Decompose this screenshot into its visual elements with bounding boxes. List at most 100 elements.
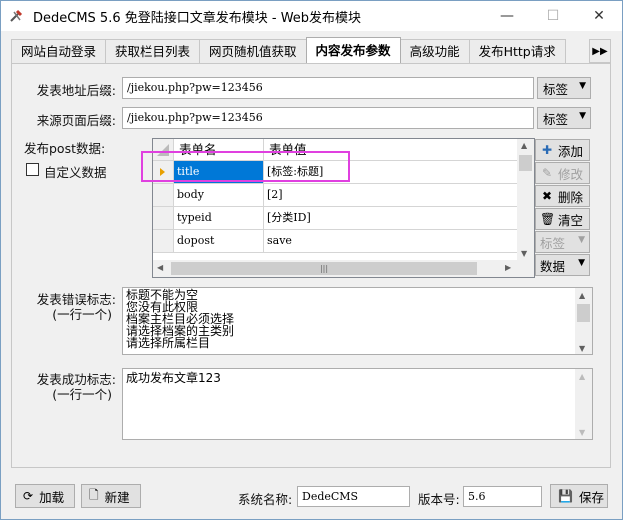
title-bar: DedeCMS 5.6 免登陆接口文章发布模块 - Web发布模块 — ☐ ✕ xyxy=(1,1,622,31)
load-button[interactable]: ⟳ 加载 xyxy=(15,484,75,508)
chevron-down-icon: ▼ xyxy=(579,111,586,121)
system-name-input[interactable]: DedeCMS xyxy=(297,486,410,507)
pencil-icon: ✎ xyxy=(541,166,553,180)
row-indicator xyxy=(153,184,174,207)
scroll-up-icon[interactable]: ▲ xyxy=(579,290,585,302)
save-button[interactable]: 💾 保存 xyxy=(550,484,608,508)
tab-random-value[interactable]: 网页随机值获取 xyxy=(199,39,307,63)
grid-corner xyxy=(153,139,174,161)
post-url-tag-label: 标签 xyxy=(543,81,569,97)
success-flags-textarea[interactable]: 成功发布文章123 ▲ ▼ xyxy=(122,368,593,440)
table-row[interactable]: dopost save xyxy=(153,230,519,253)
new-button-label: 新建 xyxy=(104,489,130,505)
grid-cell-value[interactable]: [标签:标题] xyxy=(264,161,519,184)
post-data-label: 发布post数据: xyxy=(24,141,106,156)
minimize-button[interactable]: — xyxy=(484,1,530,31)
grid-cell-name[interactable]: typeid xyxy=(174,207,264,230)
error-flag-hint: (一行一个) xyxy=(52,307,112,322)
grid-horizontal-scrollbar[interactable]: ◀ ||| ▶ xyxy=(153,260,519,277)
post-url-input[interactable]: /jiekou.php?pw=123456 xyxy=(122,77,534,99)
tab-content-params[interactable]: 内容发布参数 xyxy=(305,37,401,63)
success-scrollbar[interactable]: ▲ ▼ xyxy=(575,369,592,439)
tab-strip: 网站自动登录 获取栏目列表 网页随机值获取 内容发布参数 高级功能 发布Http… xyxy=(11,37,611,63)
error-flags-textarea[interactable]: 标题不能为空 您没有此权限 档案主栏目必须选择 请选择档案的主类别 请选择所属栏… xyxy=(122,287,593,355)
delete-button-label: 删除 xyxy=(558,189,584,205)
scroll-thumb[interactable] xyxy=(519,155,532,171)
row-indicator xyxy=(153,207,174,230)
referer-label: 来源页面后缀: xyxy=(36,113,116,128)
chevron-down-icon: ▼ xyxy=(579,81,586,91)
edit-button[interactable]: ✎ 修改 xyxy=(535,162,590,184)
tag-dropdown[interactable]: 标签 ▼ xyxy=(535,231,590,253)
row-indicator xyxy=(153,230,174,253)
referer-input[interactable]: /jiekou.php?pw=123456 xyxy=(122,107,534,129)
table-row[interactable]: body [2] xyxy=(153,184,519,207)
add-button[interactable]: ✚ 添加 xyxy=(535,139,590,161)
grid-cell-name[interactable]: body xyxy=(174,184,264,207)
post-url-tag-dropdown[interactable]: 标签 ▼ xyxy=(537,77,591,99)
data-dropdown[interactable]: 数据 ▼ xyxy=(535,254,590,276)
scroll-down-icon[interactable]: ▼ xyxy=(521,249,527,258)
custom-data-checkbox[interactable] xyxy=(26,163,39,176)
maximize-button[interactable]: ☐ xyxy=(530,1,576,31)
grid-column-header[interactable]: 表单名 xyxy=(174,139,264,161)
add-button-label: 添加 xyxy=(558,143,584,159)
save-button-label: 保存 xyxy=(578,489,604,505)
success-flag-hint: (一行一个) xyxy=(52,387,112,402)
grid-column-header[interactable]: 表单值 xyxy=(264,139,519,161)
referer-tag-dropdown[interactable]: 标签 ▼ xyxy=(537,107,591,129)
post-url-label: 发表地址后缀: xyxy=(36,83,116,98)
grid-vertical-scrollbar[interactable]: ▲ ▼ xyxy=(517,139,534,261)
clear-button-label: 清空 xyxy=(558,212,584,228)
success-line: 成功发布文章123 xyxy=(126,371,221,385)
table-row[interactable]: title [标签:标题] xyxy=(153,161,519,184)
grid-header: 表单名 表单值 xyxy=(153,139,519,161)
grid-cell-name[interactable]: title xyxy=(174,161,264,184)
scroll-up-icon[interactable]: ▲ xyxy=(579,371,585,383)
data-dropdown-label: 数据 xyxy=(540,258,566,274)
post-data-grid[interactable]: 表单名 表单值 title [标签:标题] body [2] typeid [分… xyxy=(152,138,535,278)
plus-icon: ✚ xyxy=(541,143,553,157)
close-icon: ✖ xyxy=(541,189,553,203)
tab-category-list[interactable]: 获取栏目列表 xyxy=(105,39,201,63)
tab-http-request[interactable]: 发布Http请求 xyxy=(468,39,566,63)
scroll-thumb[interactable]: ||| xyxy=(171,262,477,275)
system-name-label: 系统名称: xyxy=(238,492,293,507)
clear-button[interactable]: 🗑 清空 xyxy=(535,208,590,230)
trash-icon: 🗑 xyxy=(540,212,556,226)
grid-cell-name[interactable]: dopost xyxy=(174,230,264,253)
delete-button[interactable]: ✖ 删除 xyxy=(535,185,590,207)
edit-button-label: 修改 xyxy=(558,166,584,182)
app-window: DedeCMS 5.6 免登陆接口文章发布模块 - Web发布模块 — ☐ ✕ … xyxy=(0,0,623,520)
error-scrollbar[interactable]: ▲ ▼ xyxy=(575,288,592,354)
version-input[interactable]: 5.6 xyxy=(463,486,542,507)
tab-auto-login[interactable]: 网站自动登录 xyxy=(11,39,107,63)
window-title: DedeCMS 5.6 免登陆接口文章发布模块 - Web发布模块 xyxy=(33,10,362,26)
scroll-thumb[interactable] xyxy=(577,304,590,322)
scroll-down-icon[interactable]: ▼ xyxy=(579,427,585,439)
refresh-icon: ⟳ xyxy=(23,489,34,503)
close-button[interactable]: ✕ xyxy=(576,1,622,31)
tab-advanced[interactable]: 高级功能 xyxy=(399,39,470,63)
error-line: 请选择所属栏目 xyxy=(126,336,211,350)
scroll-right-icon[interactable]: ▶ xyxy=(505,263,511,272)
scroll-left-icon[interactable]: ◀ xyxy=(157,263,163,272)
scroll-up-icon[interactable]: ▲ xyxy=(521,141,527,150)
new-document-icon: 🗋 xyxy=(89,487,99,502)
referer-tag-label: 标签 xyxy=(543,111,569,127)
row-indicator xyxy=(153,161,174,184)
grid-cell-value[interactable]: [2] xyxy=(264,184,519,207)
grid-cell-value[interactable]: [分类ID] xyxy=(264,207,519,230)
grid-cell-value[interactable]: save xyxy=(264,230,519,253)
tab-scroll-right-icon[interactable]: ▶▶ xyxy=(589,39,611,63)
table-row[interactable]: typeid [分类ID] xyxy=(153,207,519,230)
scroll-down-icon[interactable]: ▼ xyxy=(579,343,585,354)
floppy-disk-icon: 💾 xyxy=(558,489,573,503)
new-button[interactable]: 🗋 新建 xyxy=(81,484,141,508)
chevron-down-icon: ▼ xyxy=(578,235,585,245)
window-body: 网站自动登录 获取栏目列表 网页随机值获取 内容发布参数 高级功能 发布Http… xyxy=(1,31,622,519)
scroll-corner xyxy=(517,260,534,277)
chevron-down-icon: ▼ xyxy=(578,258,585,268)
load-button-label: 加载 xyxy=(39,489,65,505)
bottom-toolbar: ⟳ 加载 🗋 新建 系统名称: DedeCMS 版本号: 5.6 💾 保存 xyxy=(1,479,622,519)
